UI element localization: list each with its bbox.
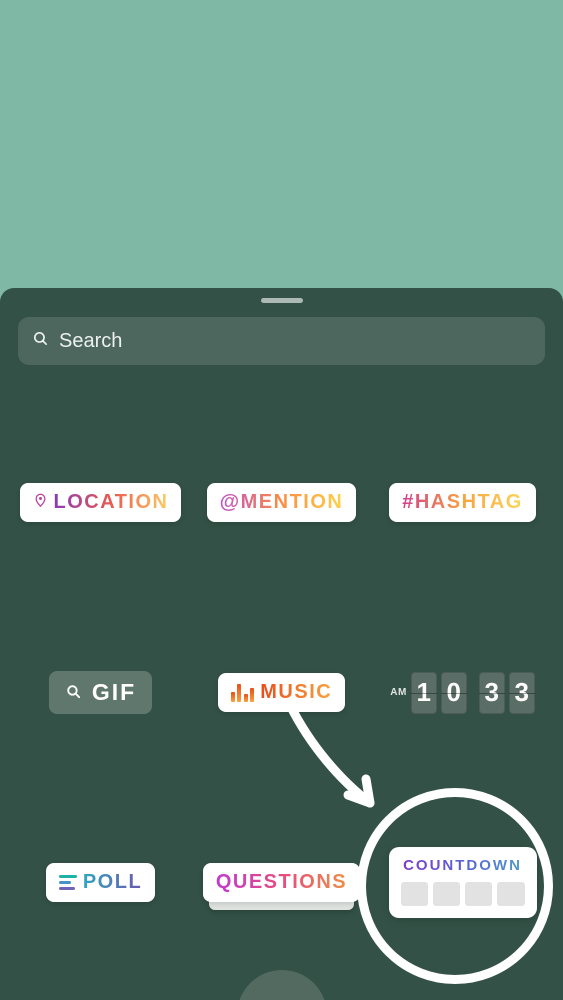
search-placeholder: Search <box>59 330 122 353</box>
next-row-peek <box>237 970 327 1000</box>
sticker-countdown-label: COUNTDOWN <box>403 857 522 874</box>
clock-digit: 1 <box>411 672 437 714</box>
sticker-picker-sheet[interactable]: Search LOCATION @MENTION #HASHTAG <box>0 288 563 1000</box>
sticker-time[interactable]: AM 1 0 3 3 <box>390 672 535 714</box>
sticker-grid: LOCATION @MENTION #HASHTAG GIF MUSIC <box>0 455 563 930</box>
poll-lines-icon <box>59 875 77 890</box>
story-editor-canvas: Search LOCATION @MENTION #HASHTAG <box>0 0 563 1000</box>
sticker-hashtag-label: #HASHTAG <box>402 491 523 514</box>
clock-digit: 3 <box>479 672 505 714</box>
sticker-mention[interactable]: @MENTION <box>207 483 357 522</box>
sticker-music-label: MUSIC <box>260 681 332 704</box>
sticker-hashtag[interactable]: #HASHTAG <box>389 483 536 522</box>
clock-ampm: AM <box>390 687 407 698</box>
sticker-music[interactable]: MUSIC <box>218 673 345 712</box>
sticker-questions-label: QUESTIONS <box>216 871 347 894</box>
sticker-countdown[interactable]: COUNTDOWN <box>389 847 537 918</box>
clock-digit: 3 <box>509 672 535 714</box>
sheet-grabber[interactable] <box>261 298 303 303</box>
sticker-location[interactable]: LOCATION <box>20 483 182 522</box>
sticker-poll-label: POLL <box>83 871 142 894</box>
sticker-gif[interactable]: GIF <box>49 671 152 714</box>
sticker-gif-label: GIF <box>92 679 136 706</box>
sticker-location-label: LOCATION <box>54 491 169 514</box>
sticker-mention-label: @MENTION <box>220 491 344 514</box>
search-icon <box>65 679 82 706</box>
sticker-poll[interactable]: POLL <box>46 863 155 902</box>
music-bars-icon <box>231 684 255 702</box>
sticker-questions[interactable]: QUESTIONS <box>203 863 360 902</box>
search-field[interactable]: Search <box>18 317 545 365</box>
clock-digit: 0 <box>441 672 467 714</box>
location-pin-icon <box>33 491 48 514</box>
countdown-blocks-icon <box>401 882 525 906</box>
search-icon <box>32 330 49 352</box>
